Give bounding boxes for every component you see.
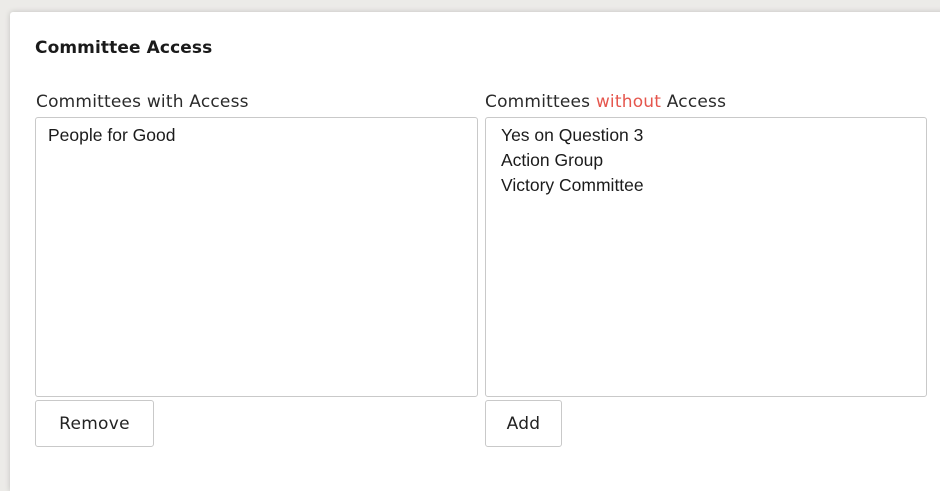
without-access-label: Committees without Access: [485, 92, 726, 112]
committee-access-panel: Committee Access Committees with Access …: [10, 12, 940, 491]
list-item[interactable]: People for Good: [36, 123, 477, 148]
list-item[interactable]: Victory Committee: [486, 173, 926, 198]
without-access-listbox[interactable]: Yes on Question 3 Action Group Victory C…: [485, 117, 927, 397]
list-item[interactable]: Yes on Question 3: [486, 123, 926, 148]
without-access-label-prefix: Committees: [485, 92, 596, 112]
without-access-label-highlight: without: [595, 92, 662, 112]
with-access-label: Committees with Access: [36, 92, 249, 112]
add-button[interactable]: Add: [485, 400, 562, 447]
section-title: Committee Access: [35, 38, 213, 58]
with-access-listbox[interactable]: People for Good: [35, 117, 478, 397]
remove-button[interactable]: Remove: [35, 400, 154, 447]
list-item[interactable]: Action Group: [486, 148, 926, 173]
without-access-label-suffix: Access: [661, 92, 727, 112]
